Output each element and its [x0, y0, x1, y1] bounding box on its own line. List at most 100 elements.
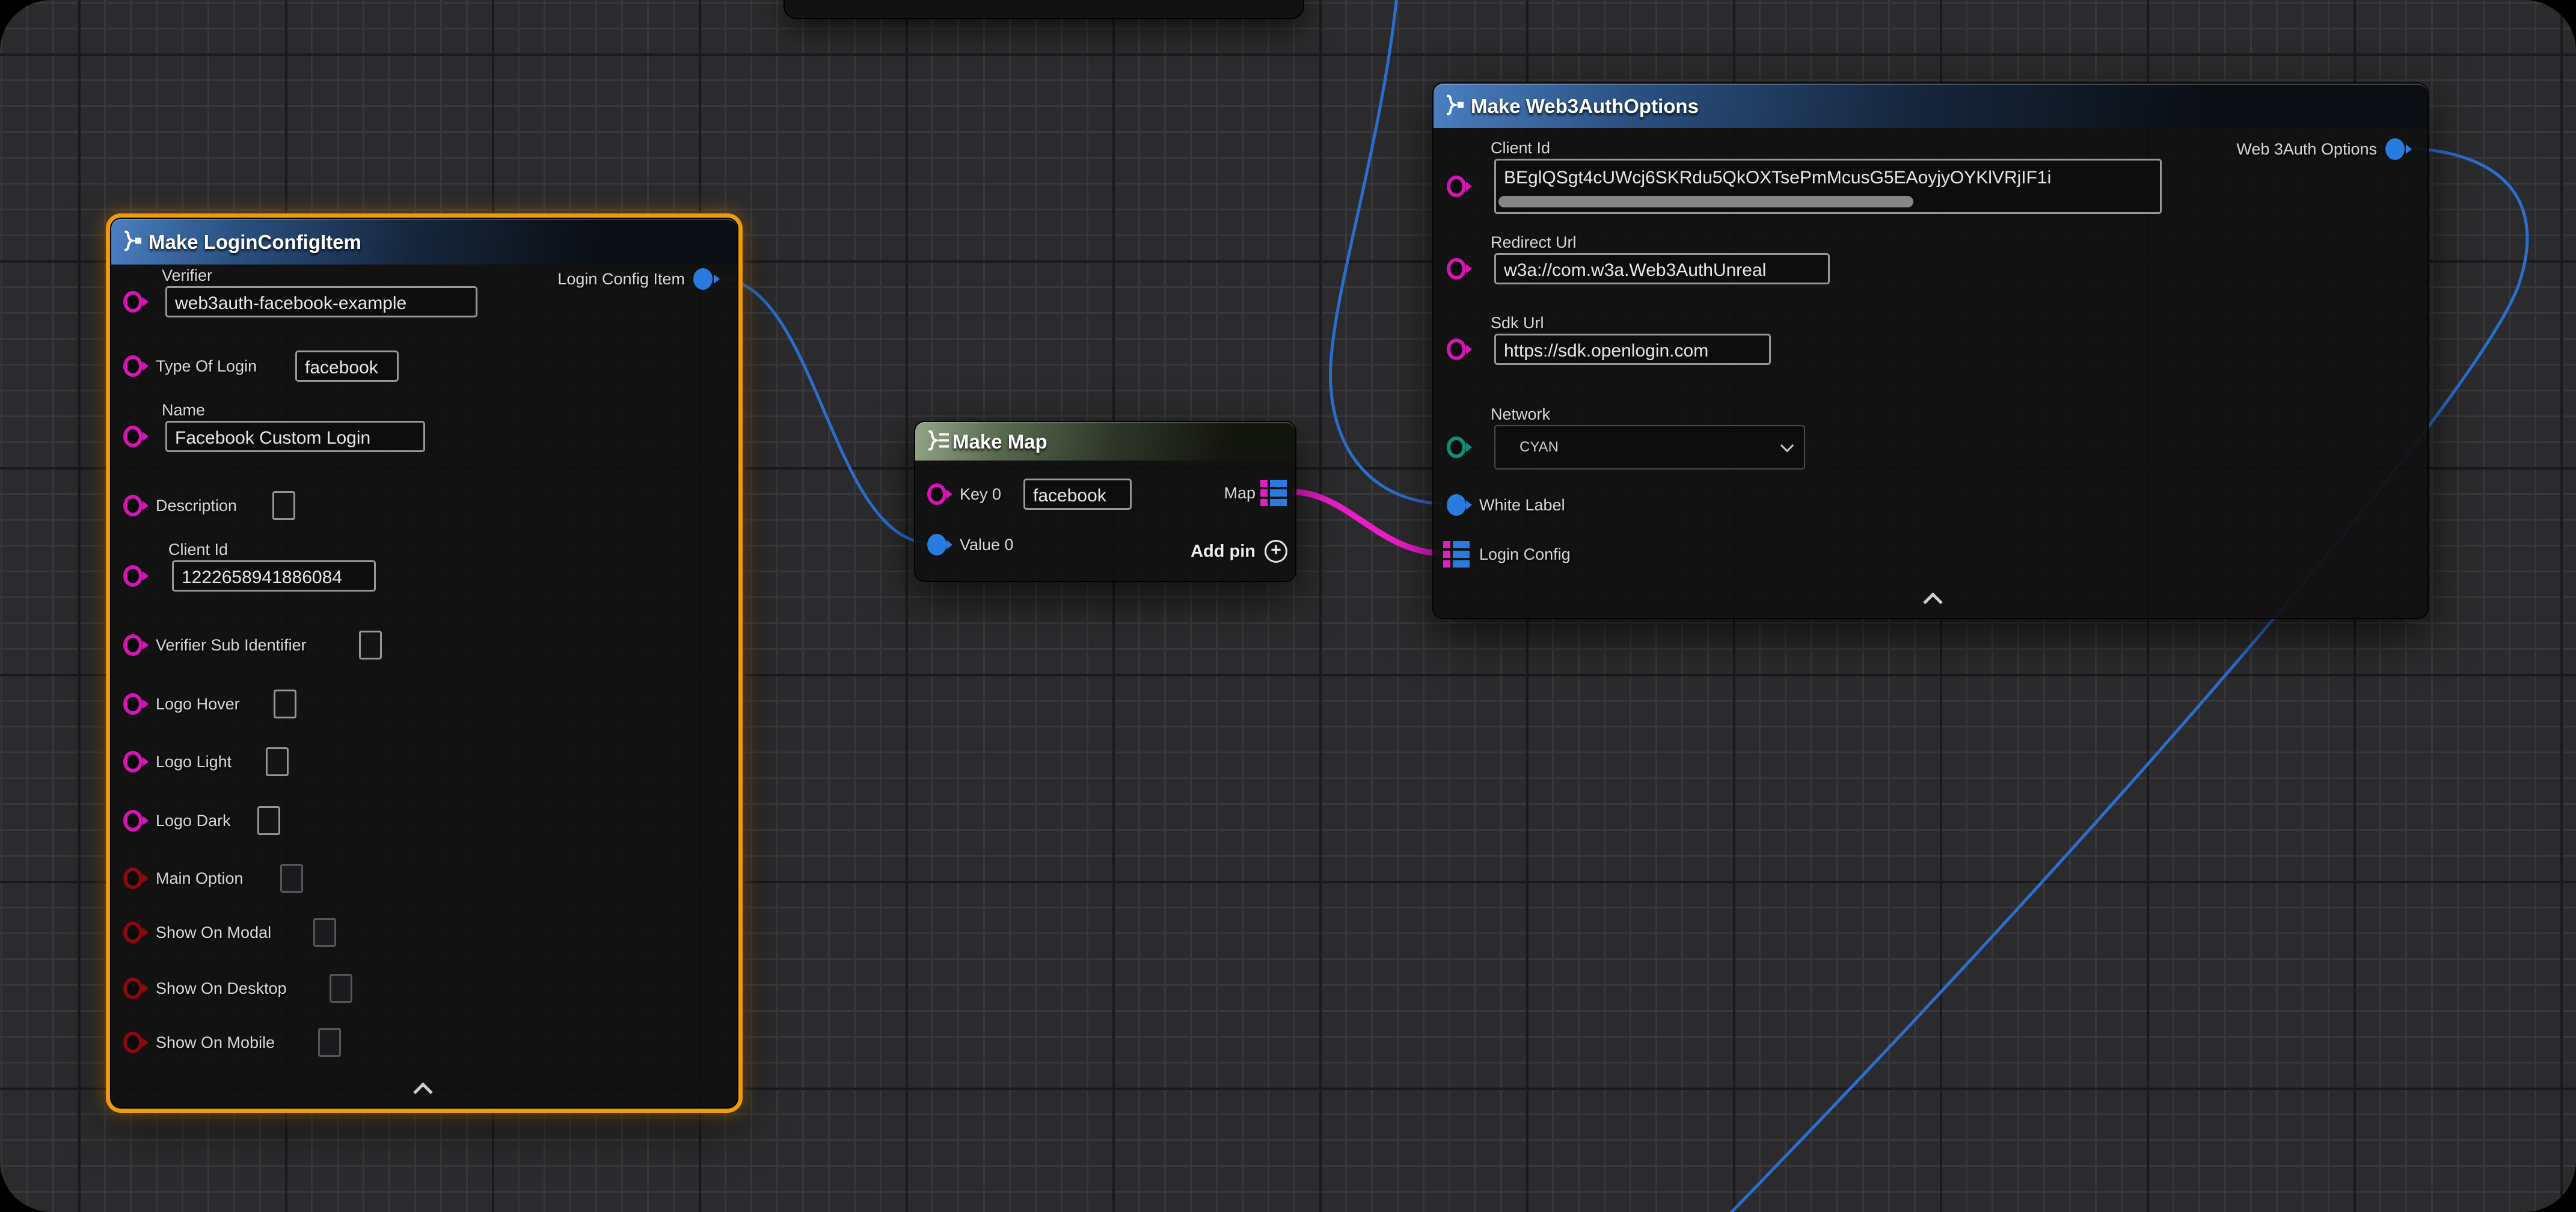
pin-arrow-network — [1466, 442, 1472, 452]
collapse-node-button[interactable] — [1923, 592, 1943, 612]
show-on-mobile-checkbox[interactable] — [318, 1028, 341, 1057]
map-key-cell — [1443, 560, 1450, 568]
key-0-value: facebook — [1033, 486, 1106, 506]
show-on-modal-checkbox[interactable] — [313, 918, 336, 947]
pin-client-id[interactable] — [123, 565, 143, 587]
collapse-node-button[interactable] — [413, 1082, 433, 1102]
pin-logo-hover[interactable] — [123, 693, 143, 715]
pin-description[interactable] — [123, 495, 143, 516]
key-0-input[interactable]: facebook — [1023, 479, 1132, 510]
pin-arrow-logo-light — [143, 757, 149, 767]
verifier-input[interactable]: web3auth-facebook-example — [165, 286, 477, 317]
pin-redirect-url[interactable] — [1447, 258, 1466, 280]
client-id-label: Client Id — [168, 539, 228, 560]
verifier-label: Verifier — [162, 265, 212, 286]
map-value-cell — [1270, 489, 1287, 497]
pin-arrow-value-0 — [946, 540, 952, 549]
pin-white-label[interactable] — [1447, 494, 1466, 516]
show-on-modal-label: Show On Modal — [156, 922, 271, 943]
pin-arrow-main-option — [143, 874, 149, 883]
pin-type-of-login[interactable] — [123, 355, 143, 377]
pin-arrow-client-id — [1466, 182, 1472, 191]
logo-light-checkbox[interactable] — [266, 747, 289, 776]
pin-arrow-type-of-login — [143, 361, 149, 371]
type-of-login-label: Type Of Login — [156, 356, 257, 376]
node-header[interactable]: Make Web3AuthOptions — [1434, 84, 2427, 128]
network-dropdown[interactable]: CYAN — [1494, 425, 1805, 470]
node-make-loginconfigitem[interactable]: Make LoginConfigItemVerifier web3auth-fac… — [110, 218, 738, 1109]
verifier-value: web3auth-facebook-example — [175, 293, 406, 313]
description-checkbox[interactable] — [272, 491, 295, 520]
client-id-input[interactable]: BEglQSgt4cUWcj6SKRdu5QkOXTsePmMcusG5EAoy… — [1494, 159, 2162, 214]
map-value-cell — [1270, 480, 1287, 487]
pin-web-3auth-options[interactable] — [2385, 138, 2405, 160]
pin-arrow-key-0 — [946, 489, 952, 499]
pin-arrow-description — [143, 501, 149, 510]
pin-logo-light[interactable] — [123, 751, 143, 773]
pin-value-0[interactable] — [927, 534, 946, 556]
pin-verifier[interactable] — [123, 291, 143, 313]
client-id-input[interactable]: 1222658941886084 — [172, 560, 376, 592]
pin-network[interactable] — [1447, 436, 1466, 458]
chevron-down-icon — [1780, 439, 1794, 453]
map-node-icon — [925, 430, 951, 454]
pin-show-on-modal[interactable] — [123, 922, 143, 943]
show-on-mobile-label: Show On Mobile — [156, 1032, 275, 1053]
pin-login-config-item[interactable] — [693, 268, 713, 290]
logo-hover-checkbox[interactable] — [274, 690, 296, 718]
pin-main-option[interactable] — [123, 868, 143, 889]
logo-hover-label: Logo Hover — [156, 694, 240, 714]
map-key-cell — [1260, 489, 1268, 497]
verifier-sub-identifier-checkbox[interactable] — [359, 631, 382, 660]
value-0-label: Value 0 — [960, 534, 1014, 555]
main-option-checkbox[interactable] — [280, 864, 303, 893]
show-on-desktop-label: Show On Desktop — [156, 978, 287, 999]
name-value: Facebook Custom Login — [175, 428, 370, 448]
login-config-label: Login Config — [1479, 544, 1571, 565]
pin-client-id[interactable] — [1447, 176, 1466, 197]
verifier-sub-identifier-label: Verifier Sub Identifier — [156, 635, 307, 655]
type-of-login-value: facebook — [305, 358, 378, 378]
pin-arrow-login-config-item — [714, 274, 720, 284]
type-of-login-input[interactable]: facebook — [295, 350, 399, 382]
pin-arrow-show-on-desktop — [143, 984, 149, 993]
pin-arrow-web-3auth-options — [2406, 144, 2412, 154]
redirect-url-value: w3a://com.w3a.Web3AuthUnreal — [1504, 260, 1766, 280]
pin-show-on-desktop[interactable] — [123, 978, 143, 999]
sdk-url-input[interactable]: https://sdk.openlogin.com — [1494, 334, 1771, 365]
logo-light-label: Logo Light — [156, 751, 232, 772]
node-make-map[interactable]: Make MapKey 0facebookValue 0MapAdd pin — [914, 421, 1296, 582]
main-option-label: Main Option — [156, 868, 244, 889]
pin-name[interactable] — [123, 426, 143, 447]
pin-map[interactable] — [1260, 480, 1287, 506]
node-make-web3authoptions[interactable]: Make Web3AuthOptionsClient IdBEglQSgt4cU… — [1432, 82, 2429, 619]
offscreen-node[interactable] — [784, 0, 1304, 19]
map-key-cell — [1260, 499, 1268, 506]
pin-sdk-url[interactable] — [1447, 338, 1466, 360]
name-input[interactable]: Facebook Custom Login — [165, 421, 425, 452]
pin-key-0[interactable] — [927, 483, 946, 505]
node-header[interactable]: Make Map — [915, 422, 1295, 461]
pin-arrow-show-on-modal — [143, 928, 149, 937]
logo-dark-checkbox[interactable] — [257, 806, 280, 835]
text-scrollbar[interactable] — [1498, 196, 1913, 207]
name-label: Name — [162, 400, 205, 420]
pin-logo-dark[interactable] — [123, 810, 143, 831]
map-value-cell — [1453, 551, 1470, 558]
pin-show-on-mobile[interactable] — [123, 1032, 143, 1053]
map-value-cell — [1453, 560, 1470, 568]
pin-verifier-sub-identifier[interactable] — [123, 634, 143, 656]
show-on-desktop-checkbox[interactable] — [330, 974, 352, 1003]
add-pin-button[interactable] — [1265, 540, 1287, 563]
pin-arrow-show-on-mobile — [143, 1038, 149, 1047]
pin-arrow-verifier — [143, 297, 149, 307]
pin-login-config[interactable] — [1443, 541, 1470, 568]
graph-canvas[interactable]: Make LoginConfigItemVerifier web3auth-fac… — [0, 0, 2576, 1212]
network-selected-value: CYAN — [1520, 439, 1559, 456]
map-key-cell — [1443, 551, 1450, 558]
redirect-url-input[interactable]: w3a://com.w3a.Web3AuthUnreal — [1494, 253, 1830, 284]
login-config-item-label: Login Config Item — [557, 269, 685, 289]
node-header[interactable]: Make LoginConfigItem — [111, 219, 737, 265]
struct-node-icon — [1443, 94, 1467, 119]
pin-arrow-redirect-url — [1466, 264, 1472, 274]
